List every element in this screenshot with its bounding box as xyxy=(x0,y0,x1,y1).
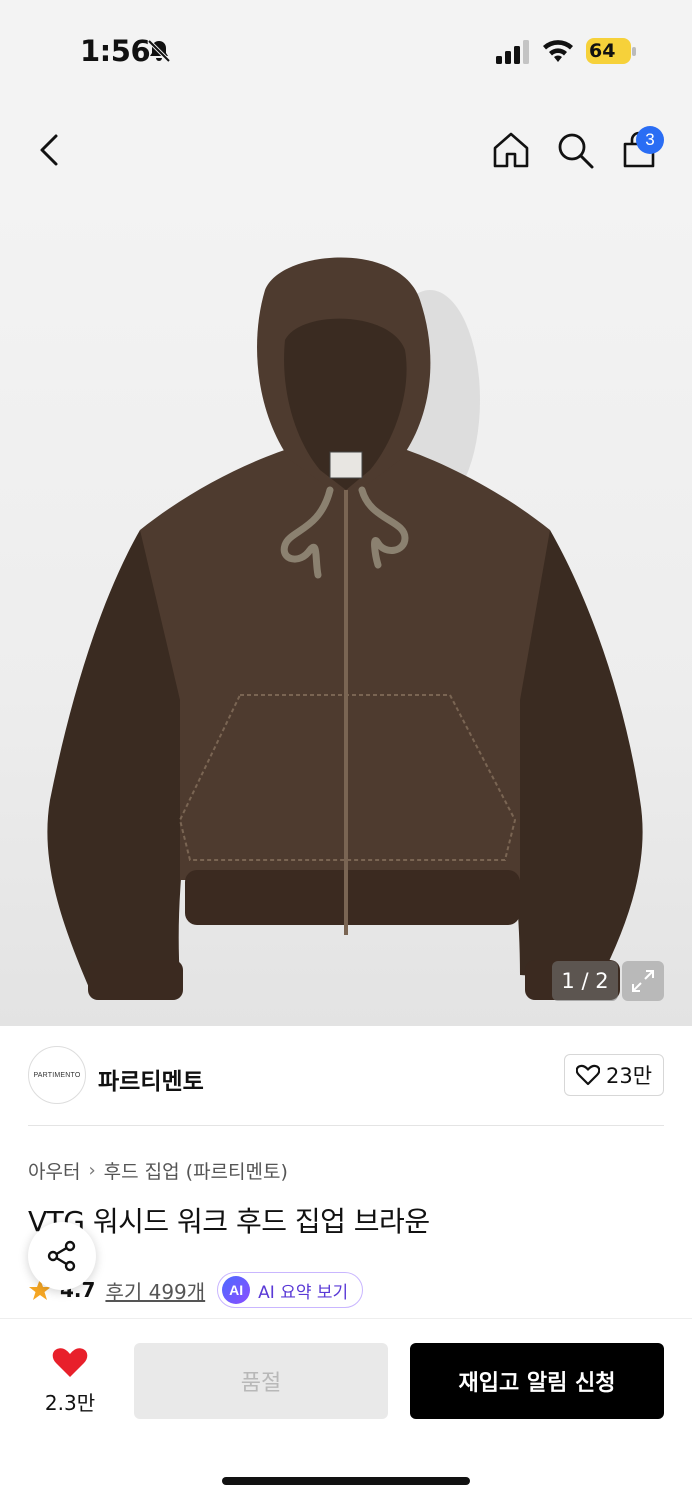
product-photo-jacket xyxy=(47,257,643,1000)
search-icon[interactable] xyxy=(553,128,597,172)
expand-image-button[interactable] xyxy=(622,961,664,1001)
wifi-icon xyxy=(543,40,573,62)
brand-logo-text: PARTIMENTO xyxy=(33,1071,81,1079)
brand-like-button[interactable]: 23만 xyxy=(564,1054,664,1096)
heart-filled-icon[interactable] xyxy=(52,1347,88,1379)
home-icon[interactable] xyxy=(489,128,533,172)
brand-row[interactable]: PARTIMENTO 파르티멘토 23만 xyxy=(0,1026,692,1126)
restock-alert-button[interactable]: 재입고 알림 신청 xyxy=(410,1343,664,1419)
back-icon[interactable] xyxy=(28,128,72,172)
share-icon xyxy=(47,1240,76,1272)
ai-summary-button[interactable]: AI AI 요약 보기 xyxy=(217,1272,364,1308)
cell-signal-icon xyxy=(496,40,529,64)
ai-summary-label: AI 요약 보기 xyxy=(258,1282,349,1303)
wish-count: 2.3만 xyxy=(44,1391,96,1415)
status-bar: 1:56 64 xyxy=(0,0,692,100)
brand-name[interactable]: 파르티멘토 xyxy=(98,1062,204,1096)
status-time: 1:56 xyxy=(80,34,151,68)
top-nav-bar xyxy=(0,100,692,200)
review-count-link[interactable]: 후기 499개 xyxy=(105,1276,205,1305)
breadcrumb-category[interactable]: 아우터 xyxy=(28,1157,80,1184)
silent-bell-icon xyxy=(147,39,171,63)
soldout-button: 품절 xyxy=(134,1343,388,1419)
battery-level: 64 xyxy=(589,40,616,62)
cart-count-badge: 3 xyxy=(636,126,664,154)
bottom-action-bar: 2.3만 품절 재입고 알림 신청 xyxy=(0,1318,692,1500)
product-image-gallery[interactable] xyxy=(0,200,692,1026)
brand-like-count: 23만 xyxy=(605,1064,653,1088)
divider xyxy=(28,1125,664,1126)
expand-icon xyxy=(632,970,654,992)
ai-icon: AI xyxy=(222,1276,251,1304)
image-counter: 1 / 2 xyxy=(552,961,618,1001)
brand-logo[interactable]: PARTIMENTO xyxy=(28,1046,86,1104)
chevron-right-icon: › xyxy=(88,1159,96,1181)
breadcrumb: 아우터 › 후드 집업 (파르티멘토) xyxy=(28,1156,288,1184)
home-indicator xyxy=(222,1477,470,1485)
heart-outline-icon xyxy=(575,1064,600,1086)
share-button[interactable] xyxy=(28,1222,96,1290)
battery-icon: 64 xyxy=(586,38,636,64)
breadcrumb-subcategory[interactable]: 후드 집업 (파르티멘토) xyxy=(104,1157,288,1184)
